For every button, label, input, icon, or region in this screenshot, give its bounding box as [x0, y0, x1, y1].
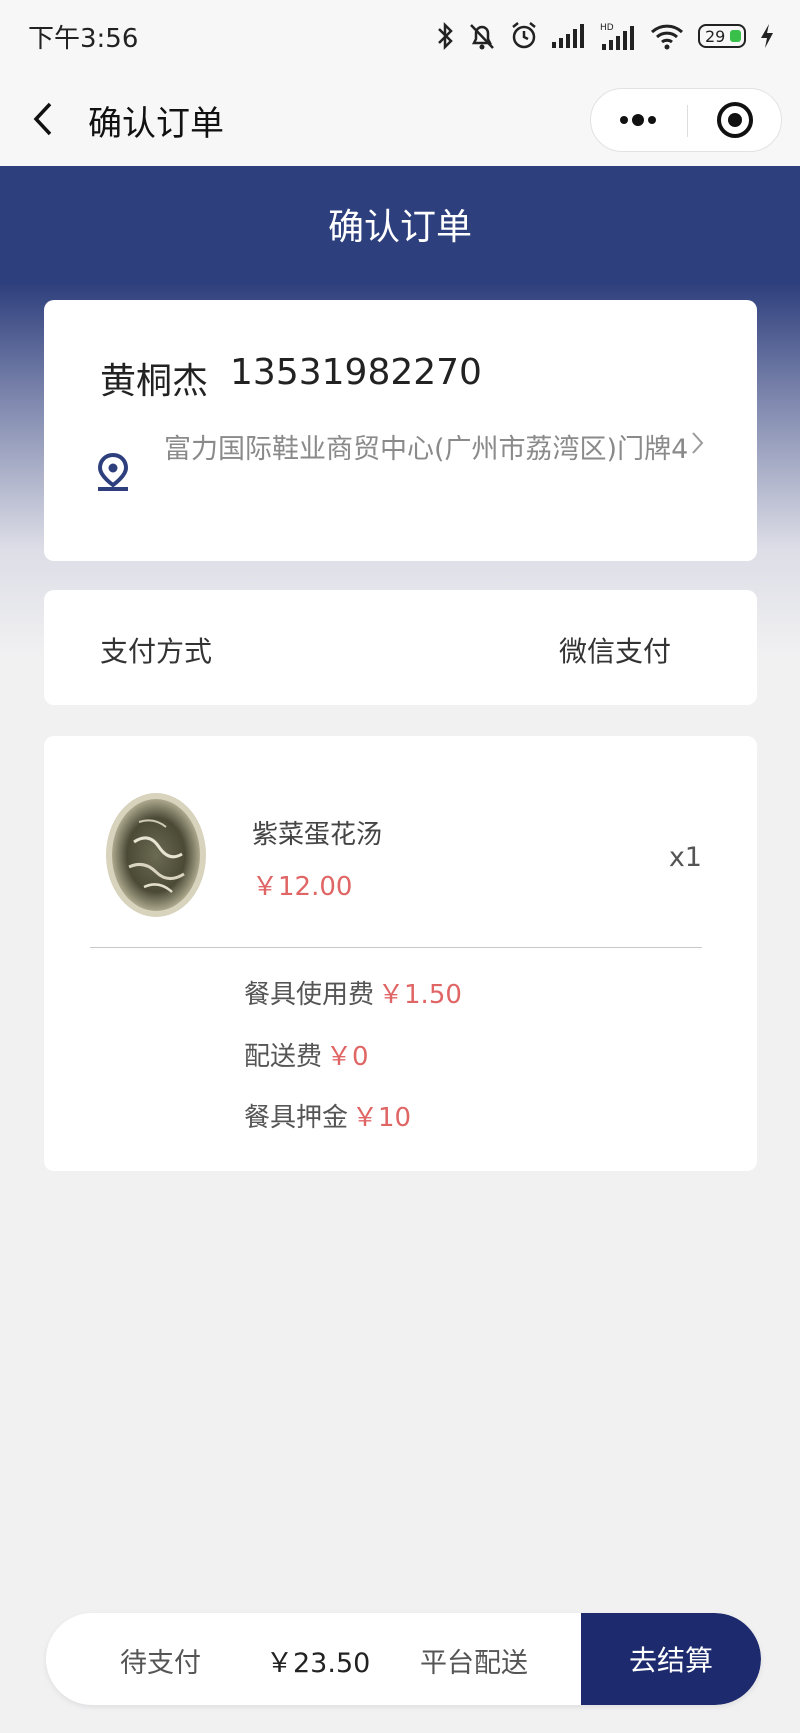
bluetooth-icon — [438, 21, 453, 51]
delivery-fee-amount: ￥0 — [326, 1042, 369, 1072]
battery-level-text: 29 — [705, 26, 726, 46]
alarm-icon — [512, 22, 536, 49]
svg-text:HD: HD — [600, 23, 614, 33]
tableware-fee-amount: ￥1.50 — [378, 980, 462, 1010]
delivery-fee-row: 配送费 ￥0 — [244, 1036, 369, 1073]
status-bar: 下午3:56 HD 29 — [0, 0, 800, 72]
contact-line: 黄桐杰 13531982270 — [100, 352, 482, 404]
chevron-left-icon — [33, 102, 52, 136]
header-title: 确认订单 — [327, 207, 472, 248]
payment-method-label: 支付方式 — [100, 635, 213, 668]
contact-name: 黄桐杰 — [100, 361, 209, 402]
deposit-fee-row: 餐具押金 ￥10 — [244, 1097, 411, 1134]
food-quantity: x1 — [668, 842, 702, 873]
hd-signal-icon: HD — [600, 23, 634, 50]
target-circle-icon — [717, 102, 753, 138]
checkout-button[interactable]: 去结算 — [581, 1613, 761, 1705]
food-price: ￥12.00 — [252, 872, 353, 902]
deposit-fee-amount: ￥10 — [352, 1103, 412, 1133]
payment-status: 待支付 — [120, 1648, 201, 1679]
nav-bar: 确认订单 — [0, 72, 800, 166]
contact-phone: 13531982270 — [230, 352, 482, 393]
charging-icon — [761, 24, 773, 48]
divider — [90, 947, 702, 948]
close-miniprogram-button[interactable] — [688, 89, 782, 151]
food-name: 紫菜蛋花汤 — [252, 820, 383, 850]
order-total: ￥23.50 — [266, 1648, 371, 1679]
battery-icon: 29 — [698, 24, 746, 48]
status-time: 下午3:56 — [28, 23, 139, 54]
deposit-fee-label: 餐具押金 — [244, 1103, 349, 1133]
delivery-fee-label: 配送费 — [244, 1042, 323, 1072]
chevron-right-icon[interactable] — [688, 428, 708, 458]
nav-title: 确认订单 — [88, 104, 224, 144]
address-text: 富力国际鞋业商贸中心(广州市荔湾区)门牌4 — [164, 434, 689, 465]
more-button[interactable] — [591, 89, 687, 151]
status-icons: HD 29 — [436, 21, 774, 51]
bottom-checkout-bar: 待支付 ￥23.50 平台配送 去结算 — [46, 1613, 761, 1705]
payment-method-card[interactable]: 支付方式 微信支付 — [44, 590, 757, 705]
wifi-icon — [650, 24, 684, 50]
food-image — [106, 793, 206, 917]
more-dots-icon — [620, 114, 656, 126]
location-icon — [97, 452, 129, 491]
delivery-type: 平台配送 — [420, 1648, 528, 1679]
address-card[interactable]: 黄桐杰 13531982270 富力国际鞋业商贸中心(广州市荔湾区)门牌4 — [44, 300, 757, 561]
tableware-fee-label: 餐具使用费 — [244, 980, 375, 1010]
signal-icon — [552, 24, 584, 48]
back-button[interactable] — [26, 94, 66, 144]
tableware-fee-row: 餐具使用费 ￥1.50 — [244, 974, 462, 1011]
mute-bell-icon — [470, 24, 494, 50]
order-items-card: 紫菜蛋花汤 ￥12.00 x1 餐具使用费 ￥1.50 配送费 ￥0 餐具押金 ￥10 — [44, 736, 757, 1171]
battery-level — [730, 30, 741, 42]
payment-method-value: 微信支付 — [558, 635, 671, 668]
capsule-menu — [590, 88, 782, 152]
